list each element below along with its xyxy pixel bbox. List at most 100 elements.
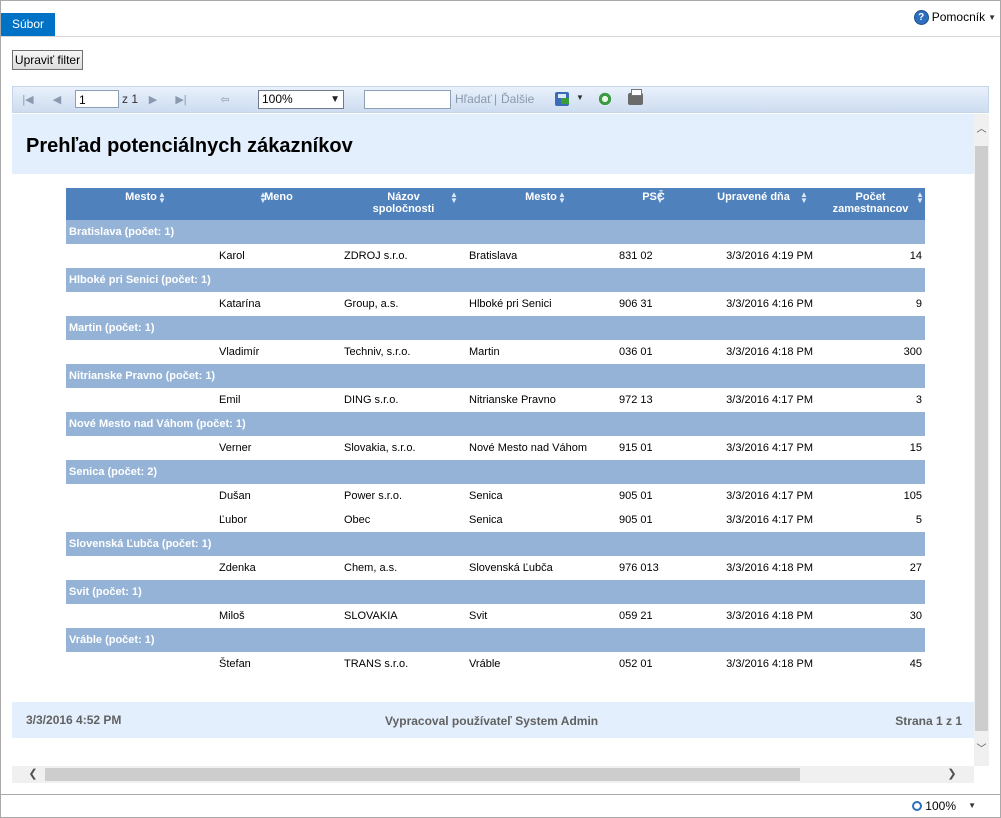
ribbon: Súbor ? Pomocník ▼ [1,1,1000,37]
export-dropdown-icon[interactable]: ▼ [576,93,584,102]
status-zoom-value: 100% [925,799,956,813]
edit-filter-button[interactable]: Upraviť filter [12,50,83,70]
sort-icon[interactable]: ▲ ▼ [259,191,267,205]
page-count: z 1 [122,92,139,106]
back-icon[interactable]: ⇦ [218,87,232,112]
horizontal-scrollbar[interactable]: ❮ ❯ [12,766,974,783]
find-next-link[interactable]: Ďalšie [501,87,534,112]
chevron-down-icon: ▼ [330,94,340,105]
table-cell: 036 01 [619,346,653,358]
column-header[interactable]: Meno ▲ ▼ [216,188,341,220]
help-menu[interactable]: ? Pomocník ▼ [913,9,996,25]
sort-icon[interactable]: ▲ ▼ [558,191,566,205]
group-row: Vráble (počet: 1) [66,628,925,652]
table-row: Dušan Power s.r.o. Senica 905 01 3/3/2016 4:… [66,484,925,508]
sort-icon[interactable]: ▲ ▼ [916,191,924,205]
sort-icon[interactable]: ▲ ▼ [450,191,458,205]
scroll-left-icon[interactable]: ❮ [23,766,43,783]
group-label: Bratislava (počet: 1) [66,220,925,244]
column-header[interactable]: Upravené dňa ▲ ▼ [691,188,816,220]
table-cell: Katarína [219,298,261,310]
table-cell: 3/3/2016 4:18 PM [726,346,813,358]
search-input[interactable] [364,90,451,109]
last-page-icon[interactable]: ▶| [173,87,189,112]
group-row: Hlboké pri Senici (počet: 1) [66,268,925,292]
scroll-down-icon[interactable]: ﹀ [974,740,989,760]
status-bar: 100% ▼ [1,794,1000,817]
scroll-up-icon[interactable]: ︿ [974,120,989,140]
find-link[interactable]: Hľadať [455,87,492,112]
table-cell: Power s.r.o. [344,490,403,502]
table-row: Karol ZDROJ s.r.o. Bratislava 831 02 3/3/201… [66,244,925,268]
column-header-label: Upravené dňa [717,191,790,203]
table-row: Katarína Group, a.s. Hlboké pri Senici 906 … [66,292,925,316]
refresh-icon[interactable] [598,92,612,106]
first-page-icon[interactable]: |◀ [21,87,35,112]
chevron-down-icon[interactable]: ▼ [968,801,976,810]
group-row: Nové Mesto nad Váhom (počet: 1) [66,412,925,436]
sort-icon[interactable]: ▲ ▼ [656,191,664,205]
report-title: Prehľad potenciálnych zákazníkov [26,135,353,157]
group-label: Senica (počet: 2) [66,460,925,484]
table-header-row: Mesto ▲ ▼ Meno ▲ ▼ Názov spoločnosti ▲ ▼ Mesto ▲ ▼ P… [66,188,925,220]
sort-icon[interactable]: ▲ ▼ [158,191,166,205]
table-row: Emil DING s.r.o. Nitrianske Pravno 972 13 3/… [66,388,925,412]
zoom-value: 100% [262,92,293,106]
table-cell: Bratislava [469,250,518,262]
column-header-label: Názov spoločnosti [372,191,435,215]
table-cell: Chem, a.s. [344,562,398,574]
file-tab[interactable]: Súbor [1,13,55,36]
column-header-label: Počet zamestnancov [832,191,909,215]
table-cell [66,484,216,508]
table-cell: 14 [909,250,922,262]
group-row: Slovenská Ľubča (počet: 1) [66,532,925,556]
scroll-right-icon[interactable]: ❯ [942,766,962,783]
zoom-select[interactable]: 100% ▼ [258,90,344,109]
table-cell: Verner [219,442,252,454]
table-cell [66,388,216,412]
table-cell: 972 13 [619,394,653,406]
column-header[interactable]: Mesto ▲ ▼ [466,188,616,220]
column-header[interactable]: Počet zamestnancov ▲ ▼ [816,188,925,220]
table-cell: Emil [219,394,241,406]
table-cell: 30 [909,610,922,622]
table-cell: Nitrianske Pravno [469,394,556,406]
group-label: Slovenská Ľubča (počet: 1) [66,532,925,556]
print-icon[interactable] [628,89,643,105]
report-toolbar: |◀ ◀ 1 z 1 ▶ ▶| ⇦ 100% ▼ Hľadať | Ďalšie… [12,86,989,113]
table-cell: 3/3/2016 4:17 PM [726,442,813,454]
column-header-label: Mesto [525,191,557,203]
report-table: Mesto ▲ ▼ Meno ▲ ▼ Názov spoločnosti ▲ ▼ Mesto ▲ ▼ P… [66,188,925,676]
column-header[interactable]: Mesto ▲ ▼ [66,188,216,220]
page-number-input[interactable]: 1 [75,90,119,108]
table-cell: 300 [903,346,922,358]
previous-page-icon[interactable]: ◀ [51,87,63,112]
sort-icon[interactable]: ▲ ▼ [800,191,808,205]
table-cell: 3/3/2016 4:18 PM [726,658,813,670]
table-row: Miloš SLOVAKIA Svit 059 21 3/3/2016 4:18 PM 3… [66,604,925,628]
table-cell: Nové Mesto nad Váhom [469,442,588,454]
table-cell: Obec [344,514,371,526]
group-label: Nové Mesto nad Váhom (počet: 1) [66,412,925,436]
column-header[interactable]: PSČ ▲ ▼ [616,188,691,220]
column-header[interactable]: Názov spoločnosti ▲ ▼ [341,188,466,220]
table-row: Verner Slovakia, s.r.o. Nové Mesto nad Váh… [66,436,925,460]
help-icon: ? [913,9,929,25]
group-label: Hlboké pri Senici (počet: 1) [66,268,925,292]
table-cell [66,508,216,532]
vertical-scroll-thumb[interactable] [975,146,988,731]
table-cell: Miloš [219,610,245,622]
table-cell: Slovakia, s.r.o. [344,442,416,454]
status-zoom[interactable]: 100% [912,799,956,813]
table-cell: Vráble [469,658,501,670]
vertical-scrollbar[interactable]: ︿ ﹀ [974,114,989,766]
table-cell: 052 01 [619,658,653,670]
table-cell: Ľubor [219,514,248,526]
next-page-icon[interactable]: ▶ [147,87,159,112]
table-cell: Senica [469,490,503,502]
table-body: Bratislava (počet: 1) Karol ZDROJ s.r.o. Br… [66,220,925,676]
table-cell [66,652,216,676]
horizontal-scroll-thumb[interactable] [45,768,800,781]
table-cell: 059 21 [619,610,653,622]
group-row: Bratislava (počet: 1) [66,220,925,244]
